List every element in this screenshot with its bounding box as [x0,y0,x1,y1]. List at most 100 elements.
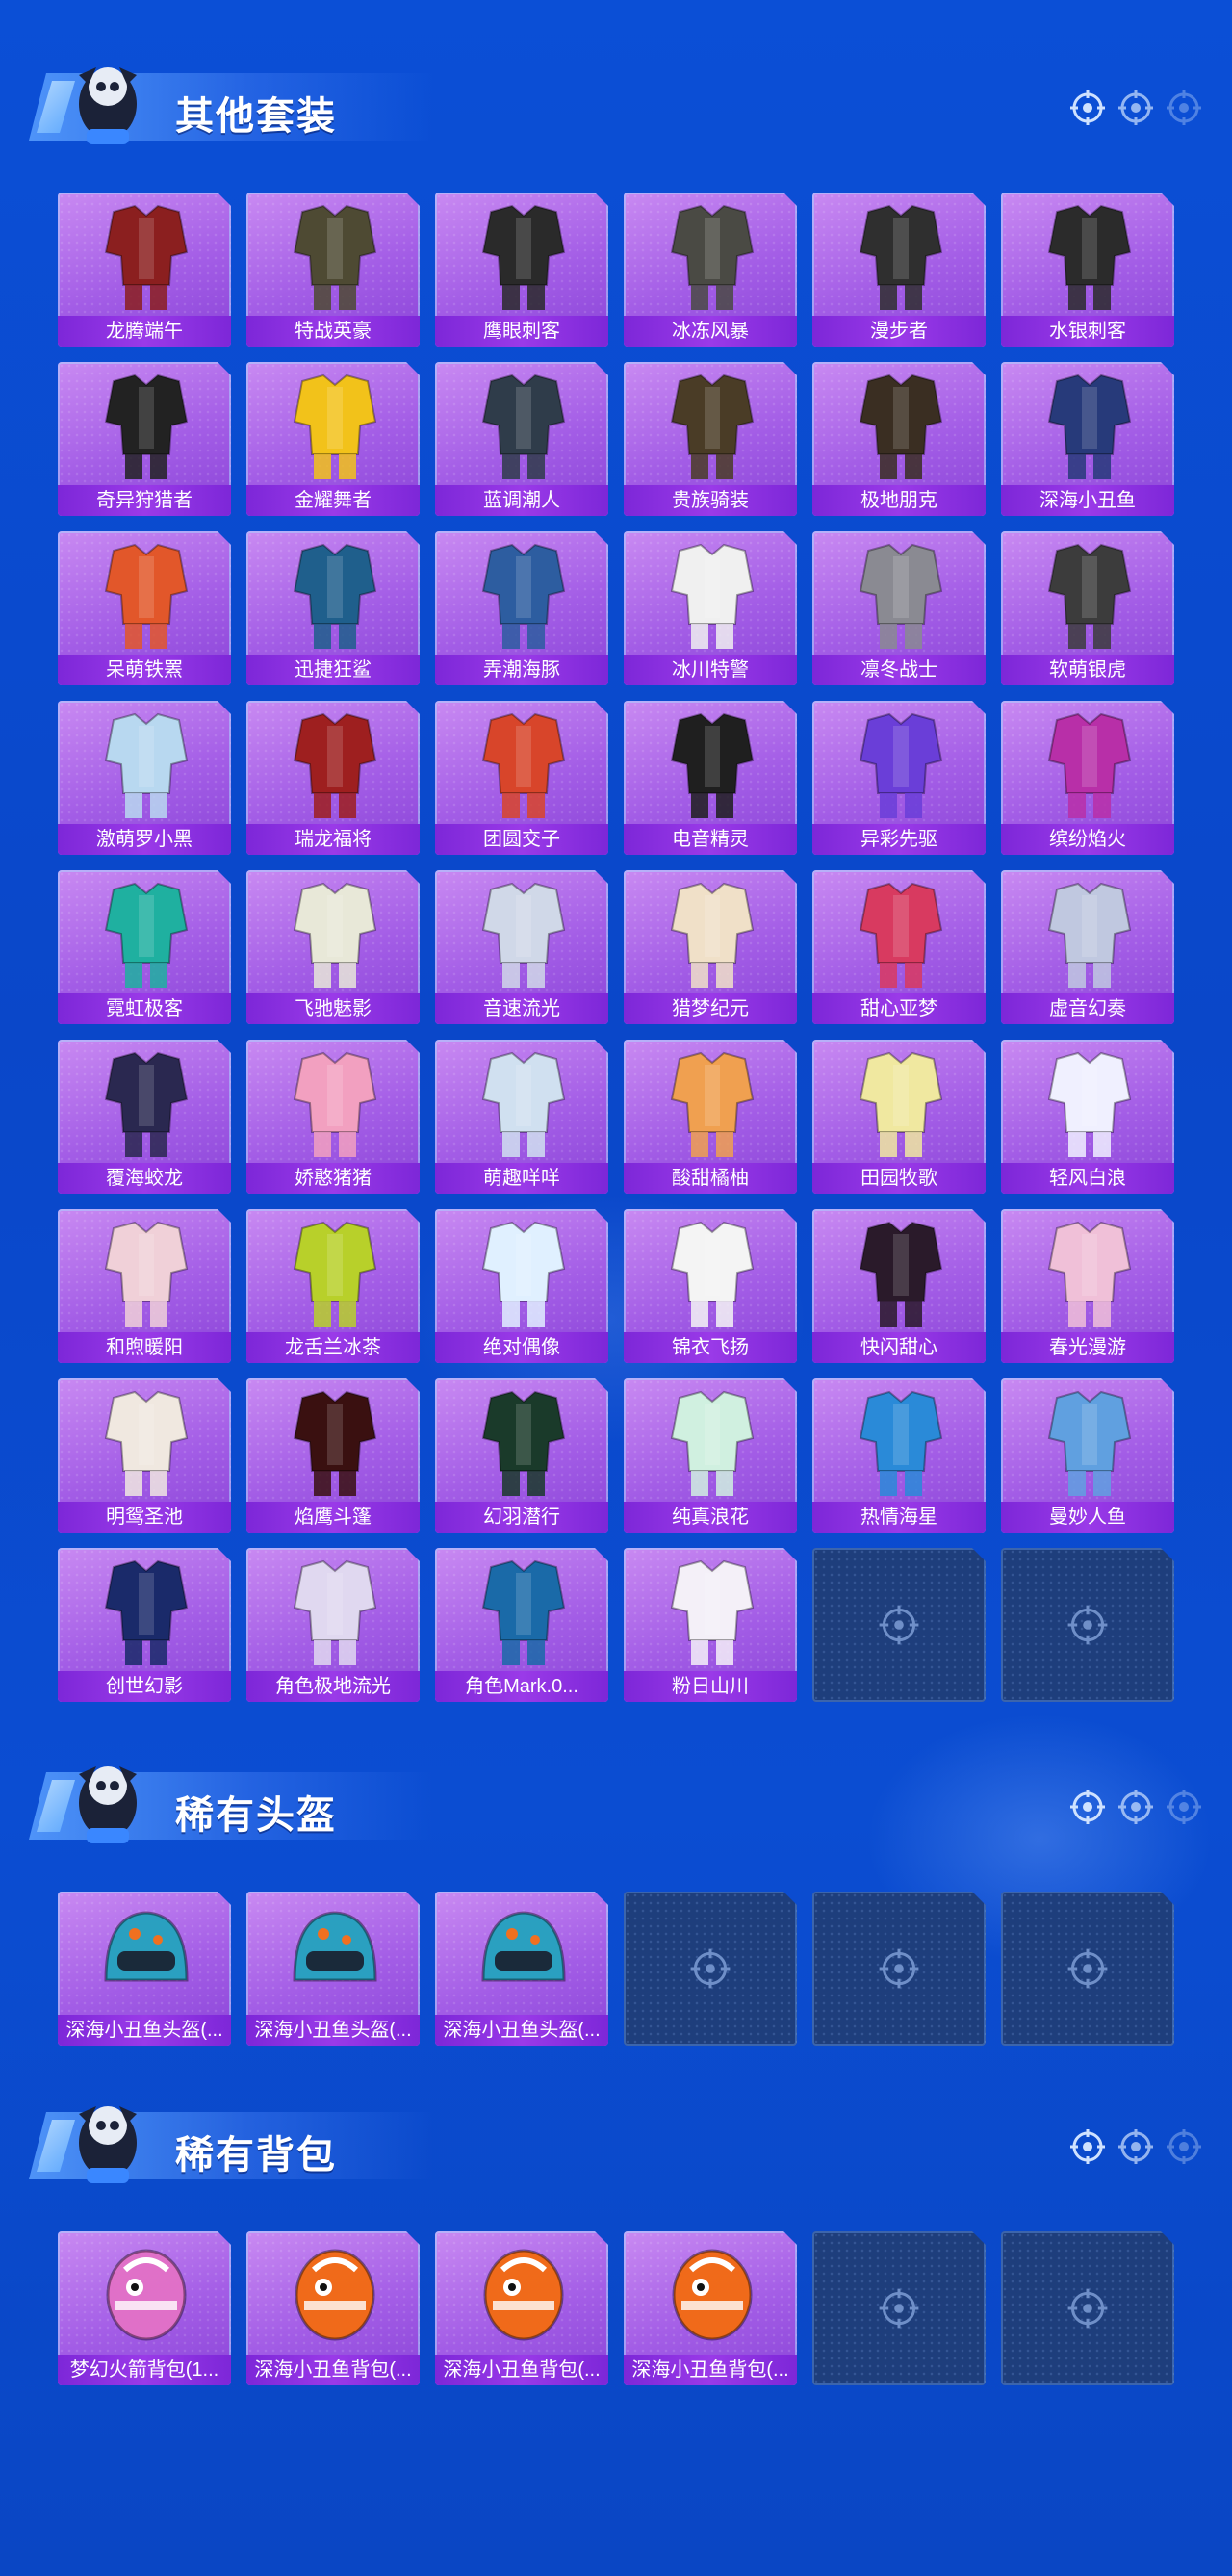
suit-card[interactable]: 和煦暖阳 [58,1209,231,1363]
suit-card[interactable]: 猎梦纪元 [624,870,797,1024]
suit-card[interactable]: 粉日山川 [624,1548,797,1702]
item-name-label: 春光漫游 [1001,1332,1174,1363]
suit-card[interactable]: 快闪甜心 [812,1209,986,1363]
backpack-card[interactable]: 梦幻火箭背包(1... [58,2231,231,2385]
suit-card[interactable]: 龙舌兰冰茶 [246,1209,420,1363]
empty-slot [1001,2231,1174,2385]
helmet-card[interactable]: 深海小丑鱼头盔(... [58,1892,231,2046]
suit-card[interactable]: 团圆交子 [435,701,608,855]
mascot-icon [79,2106,137,2183]
suit-card[interactable]: 田园牧歌 [812,1040,986,1194]
suit-card[interactable]: 深海小丑鱼 [1001,362,1174,516]
suit-card[interactable]: 凛冬战士 [812,531,986,685]
suit-card[interactable]: 甜心亚梦 [812,870,986,1024]
suit-card[interactable]: 异彩先驱 [812,701,986,855]
backpack-card[interactable]: 深海小丑鱼背包(... [435,2231,608,2385]
section-header: 稀有背包 [0,2077,1232,2202]
outfit-thumbnail [812,362,986,485]
suit-card[interactable]: 轻风白浪 [1001,1040,1174,1194]
suit-card[interactable]: 金耀舞者 [246,362,420,516]
suit-card[interactable]: 春光漫游 [1001,1209,1174,1363]
outfit-thumbnail [624,1548,797,1671]
helmet-card[interactable]: 深海小丑鱼头盔(... [246,1892,420,2046]
suit-card[interactable]: 绝对偶像 [435,1209,608,1363]
item-name-label: 飞驰魅影 [246,993,420,1024]
suit-card[interactable]: 特战英豪 [246,193,420,347]
suit-card[interactable]: 软萌银虎 [1001,531,1174,685]
item-name-label: 焰鹰斗篷 [246,1502,420,1533]
outfit-thumbnail [624,362,797,485]
item-name-label: 瑞龙福将 [246,824,420,855]
suit-card[interactable]: 电音精灵 [624,701,797,855]
outfit-thumbnail [1001,1209,1174,1332]
suits-grid: 龙腾端午 特战英豪 鹰眼刺客 冰冻风暴 漫步者 水银刺客奇异狩猎者 金耀舞者 蓝调潮人 贵族骑装… [58,193,1174,1702]
item-name-label: 热情海星 [812,1502,986,1533]
suit-card[interactable]: 酸甜橘柚 [624,1040,797,1194]
suit-card[interactable]: 贵族骑装 [624,362,797,516]
item-name-label: 和煦暖阳 [58,1332,231,1363]
crosshair-target-icon [876,1945,922,1992]
suit-card[interactable]: 呆萌铁罴 [58,531,231,685]
outfit-thumbnail [624,701,797,824]
suit-card[interactable]: 缤纷焰火 [1001,701,1174,855]
suit-card[interactable]: 焰鹰斗篷 [246,1378,420,1533]
suit-card[interactable]: 弄潮海豚 [435,531,608,685]
suit-card[interactable]: 激萌罗小黑 [58,701,231,855]
suit-card[interactable]: 迅捷狂鲨 [246,531,420,685]
outfit-thumbnail [1001,362,1174,485]
crosshair-target-icon [1167,90,1201,125]
suit-card[interactable]: 热情海星 [812,1378,986,1533]
crosshair-target-icon [1118,2129,1153,2164]
suit-card[interactable]: 鹰眼刺客 [435,193,608,347]
section-header: 稀有头盔 [0,1738,1232,1863]
suit-card[interactable]: 蓝调潮人 [435,362,608,516]
backpack-card[interactable]: 深海小丑鱼背包(... [624,2231,797,2385]
suit-card[interactable]: 创世幻影 [58,1548,231,1702]
crosshair-target-icon [1070,90,1105,125]
item-name-label: 龙舌兰冰茶 [246,1332,420,1363]
outfit-thumbnail [58,362,231,485]
suit-card[interactable]: 霓虹极客 [58,870,231,1024]
outfit-thumbnail [435,1040,608,1163]
suit-card[interactable]: 虚音幻奏 [1001,870,1174,1024]
suit-card[interactable]: 漫步者 [812,193,986,347]
suit-card[interactable]: 极地朋克 [812,362,986,516]
suit-card[interactable]: 锦衣飞扬 [624,1209,797,1363]
item-name-label: 软萌银虎 [1001,655,1174,685]
suit-card[interactable]: 娇憨猪猪 [246,1040,420,1194]
item-name-label: 极地朋克 [812,485,986,516]
suit-card[interactable]: 角色极地流光 [246,1548,420,1702]
item-name-label: 霓虹极客 [58,993,231,1024]
item-name-label: 虚音幻奏 [1001,993,1174,1024]
crosshair-target-icon [1118,1790,1153,1824]
item-name-label: 粉日山川 [624,1671,797,1702]
suit-card[interactable]: 瑞龙福将 [246,701,420,855]
suit-card[interactable]: 冰川特警 [624,531,797,685]
crosshair-target-icon [1167,1790,1201,1824]
outfit-thumbnail [435,1378,608,1502]
item-name-label: 曼妙人鱼 [1001,1502,1174,1533]
suit-card[interactable]: 音速流光 [435,870,608,1024]
suit-card[interactable]: 奇异狩猎者 [58,362,231,516]
suit-card[interactable]: 龙腾端午 [58,193,231,347]
suit-card[interactable]: 水银刺客 [1001,193,1174,347]
empty-slot [812,2231,986,2385]
backpack-card[interactable]: 深海小丑鱼背包(... [246,2231,420,2385]
helmet-card[interactable]: 深海小丑鱼头盔(... [435,1892,608,2046]
empty-slot [624,1892,797,2046]
outfit-thumbnail [812,1378,986,1502]
suit-card[interactable]: 幻羽潜行 [435,1378,608,1533]
suit-card[interactable]: 冰冻风暴 [624,193,797,347]
item-name-label: 呆萌铁罴 [58,655,231,685]
crosshair-target-icon [1065,1602,1111,1648]
helmet-thumbnail [58,1892,231,2015]
suit-card[interactable]: 曼妙人鱼 [1001,1378,1174,1533]
crosshair-target-icon [1065,1945,1111,1992]
suit-card[interactable]: 覆海蛟龙 [58,1040,231,1194]
suit-card[interactable]: 角色Mark.0... [435,1548,608,1702]
suit-card[interactable]: 明鸳圣池 [58,1378,231,1533]
suit-card[interactable]: 飞驰魅影 [246,870,420,1024]
suit-card[interactable]: 纯真浪花 [624,1378,797,1533]
suit-card[interactable]: 萌趣咩咩 [435,1040,608,1194]
item-name-label: 田园牧歌 [812,1163,986,1194]
